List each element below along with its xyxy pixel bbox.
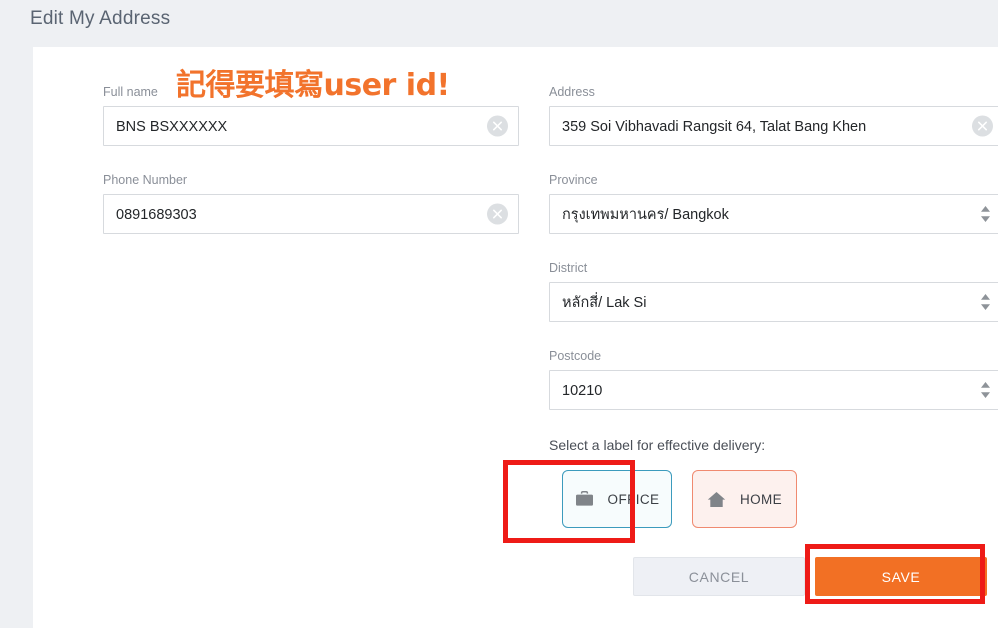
- home-label-text: HOME: [739, 491, 783, 507]
- label-selector-hint: Select a label for effective delivery:: [549, 437, 766, 453]
- clear-icon[interactable]: [487, 203, 508, 225]
- updown-spinner-icon[interactable]: [979, 205, 992, 224]
- province-select[interactable]: กรุงเทพมหานคร/ Bangkok: [549, 194, 998, 234]
- district-select[interactable]: หลักสี่/ Lak Si: [549, 282, 998, 322]
- page-header: Edit My Address: [0, 0, 998, 47]
- left-gutter: [0, 47, 33, 628]
- phone-number-input-value: 0891689303: [116, 207, 197, 223]
- address-input[interactable]: 359 Soi Vibhavadi Rangsit 64, Talat Bang…: [549, 106, 998, 146]
- field-label-province: Province: [549, 173, 598, 187]
- field-label-phone-number: Phone Number: [103, 173, 188, 187]
- field-province: Province กรุงเทพมหานคร/ Bangkok: [549, 173, 998, 234]
- fullname-input[interactable]: BNS BSXXXXXX: [103, 106, 519, 146]
- label-selector-section: Select a label for effective delivery: O…: [549, 437, 998, 528]
- field-label-postcode: Postcode: [549, 349, 602, 363]
- cancel-button[interactable]: CANCEL: [633, 557, 805, 596]
- home-icon: [707, 491, 726, 508]
- office-label-button[interactable]: OFFICE: [562, 470, 672, 528]
- page-title: Edit My Address: [30, 8, 171, 29]
- phone-number-input[interactable]: 0891689303: [103, 194, 519, 234]
- district-select-value: หลักสี่/ Lak Si: [562, 295, 647, 311]
- office-label-text: OFFICE: [607, 491, 660, 507]
- field-phone-number: Phone Number 0891689303: [103, 173, 519, 234]
- home-label-button[interactable]: HOME: [692, 470, 797, 528]
- field-label-fullname: Full name: [103, 85, 158, 99]
- fullname-input-value: BNS BSXXXXXX: [116, 119, 228, 135]
- clear-icon[interactable]: [487, 115, 508, 137]
- field-fullname: Full name BNS BSXXXXXX: [103, 85, 519, 146]
- address-input-value: 359 Soi Vibhavadi Rangsit 64, Talat Bang…: [562, 119, 867, 135]
- field-label-district: District: [549, 261, 588, 275]
- briefcase-icon: [575, 491, 594, 507]
- field-label-address: Address: [549, 85, 595, 99]
- address-form-card: Full name BNS BSXXXXXX Phone Number 0891…: [33, 47, 998, 628]
- province-select-value: กรุงเทพมหานคร/ Bangkok: [562, 207, 729, 223]
- form-actions: CANCEL SAVE: [33, 557, 998, 617]
- field-district: District หลักสี่/ Lak Si: [549, 261, 998, 322]
- label-selector-buttons: OFFICE HOME: [549, 470, 998, 528]
- save-button[interactable]: SAVE: [815, 557, 987, 596]
- field-address: Address 359 Soi Vibhavadi Rangsit 64, Ta…: [549, 85, 998, 146]
- edit-address-page: Edit My Address Full name BNS BSXXXXXX P…: [0, 0, 998, 628]
- postcode-select-value: 10210: [562, 383, 603, 399]
- clear-icon[interactable]: [972, 115, 993, 137]
- postcode-select[interactable]: 10210: [549, 370, 998, 410]
- updown-spinner-icon[interactable]: [979, 293, 992, 312]
- field-postcode: Postcode 10210: [549, 349, 998, 410]
- updown-spinner-icon[interactable]: [979, 381, 992, 400]
